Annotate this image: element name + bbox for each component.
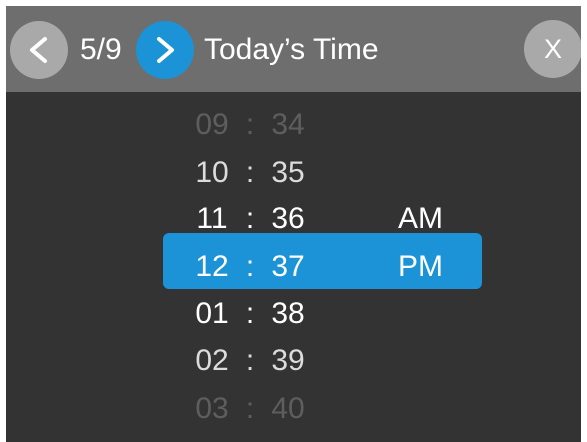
time-row[interactable]: 01 : 38 bbox=[6, 297, 581, 331]
time-picker[interactable]: 09 : 34 10 : 35 11 : 36 AM 12 : 37 PM 01… bbox=[6, 92, 581, 442]
time-row[interactable]: 10 : 35 bbox=[6, 156, 581, 190]
page-counter: 5/9 bbox=[80, 33, 122, 66]
time-row[interactable]: 09 : 34 bbox=[6, 108, 581, 142]
time-separator: : bbox=[245, 202, 255, 235]
time-row[interactable]: 02 : 39 bbox=[6, 344, 581, 378]
time-separator: : bbox=[245, 392, 255, 425]
previous-button[interactable] bbox=[10, 21, 68, 79]
minute-value: 34 bbox=[271, 108, 305, 141]
close-icon: X bbox=[543, 34, 562, 64]
hour-value: 02 bbox=[195, 344, 229, 377]
dialog-header: 5/9 Today’s Time X bbox=[6, 6, 581, 92]
time-separator: : bbox=[245, 156, 255, 189]
time-picker-dialog: 5/9 Today’s Time X 09 : 34 10 : 35 11 : … bbox=[6, 6, 581, 442]
hour-value: 10 bbox=[195, 156, 229, 189]
time-separator: : bbox=[245, 344, 255, 377]
close-button[interactable]: X bbox=[524, 20, 581, 78]
minute-value: 38 bbox=[271, 297, 305, 330]
time-separator: : bbox=[245, 250, 255, 283]
hour-value: 11 bbox=[196, 202, 228, 235]
time-row[interactable]: 11 : 36 AM bbox=[6, 202, 581, 236]
time-row[interactable]: 03 : 40 bbox=[6, 392, 581, 426]
selected-minute: 37 bbox=[271, 250, 305, 283]
selected-hour: 12 bbox=[195, 250, 229, 283]
selected-time-row[interactable]: 12 : 37 PM bbox=[6, 250, 581, 284]
chevron-right-icon bbox=[157, 37, 174, 63]
hour-value: 01 bbox=[195, 297, 229, 330]
hour-value: 09 bbox=[195, 108, 229, 141]
selected-period-pm[interactable]: PM bbox=[398, 250, 448, 284]
next-button[interactable] bbox=[136, 21, 194, 79]
dialog-title: Today’s Time bbox=[204, 33, 379, 66]
time-separator: : bbox=[245, 108, 255, 141]
minute-value: 36 bbox=[271, 202, 305, 235]
minute-value: 35 bbox=[271, 156, 305, 189]
time-separator: : bbox=[245, 297, 255, 330]
minute-value: 39 bbox=[271, 344, 305, 377]
period-option-am[interactable]: AM bbox=[398, 202, 448, 236]
minute-value: 40 bbox=[271, 392, 305, 425]
hour-value: 03 bbox=[195, 392, 229, 425]
chevron-left-icon bbox=[30, 37, 47, 63]
